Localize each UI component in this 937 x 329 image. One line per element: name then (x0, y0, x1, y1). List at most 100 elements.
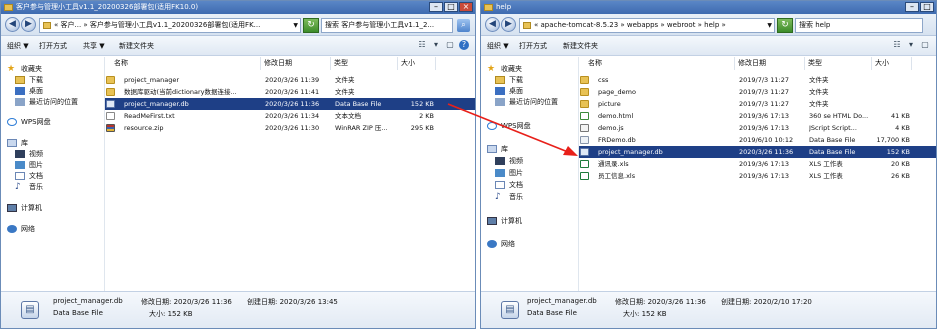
file-row[interactable]: project_manager.db 2020/3/26 11:36 Data Ba… (105, 98, 475, 110)
star-icon: ★ (487, 64, 496, 74)
address-bar[interactable]: « 客户... » 客户参与管理小工具v1.1_20200326部署包(适用FK… (39, 18, 301, 33)
file-row[interactable]: 员工信息.xls 2019/3/6 17:13 XLS 工作表 26 KB (579, 170, 936, 182)
back-button[interactable]: ◀ (5, 17, 20, 32)
chevron-down-icon[interactable]: ▾ (431, 40, 441, 50)
title-bar[interactable]: help – □ (481, 1, 936, 14)
nav-wps-drive[interactable]: WPS网盘 (487, 120, 531, 132)
column-date[interactable]: 修改日期 (261, 57, 331, 70)
forward-button[interactable]: ▶ (21, 17, 36, 32)
file-row[interactable]: project_manager.db 2020/3/26 11:36 Data Ba… (579, 146, 936, 158)
nav-computer[interactable]: 计算机 (487, 215, 522, 227)
file-row[interactable]: project_manager 2020/3/26 11:39 文件夹 (105, 74, 475, 86)
file-row[interactable]: picture 2019/7/3 11:27 文件夹 (579, 98, 936, 110)
minimize-button[interactable]: – (905, 2, 919, 12)
file-list: 名称 修改日期 类型 大小 project_manager 2020/3/26 1… (105, 57, 475, 291)
column-type[interactable]: 类型 (331, 57, 398, 70)
file-row[interactable]: 数据库驱动(当前dictionary数据连接... 2020/3/26 11:41… (105, 86, 475, 98)
organize-menu[interactable]: 组织 ▼ (7, 36, 29, 56)
preview-pane-icon[interactable]: ▢ (920, 40, 930, 50)
chevron-down-icon[interactable]: ▼ (767, 19, 772, 32)
file-name: 数据库驱动(当前dictionary数据连接... (124, 88, 237, 96)
column-size[interactable]: 大小 (398, 57, 436, 70)
file-date: 2019/3/6 17:13 (739, 160, 789, 168)
maximize-button[interactable]: □ (920, 2, 934, 12)
file-row[interactable]: css 2019/7/3 11:27 文件夹 (579, 74, 936, 86)
organize-menu[interactable]: 组织 ▼ (487, 36, 509, 56)
refresh-button[interactable]: ↻ (777, 18, 793, 33)
minimize-button[interactable]: – (429, 2, 443, 12)
nav-documents[interactable]: 文档 (495, 179, 523, 191)
file-size: 152 KB (410, 100, 434, 108)
maximize-button[interactable]: □ (444, 2, 458, 12)
view-options-icon[interactable]: ☷ (892, 40, 902, 50)
close-button[interactable]: × (459, 2, 473, 12)
nav-recent[interactable]: 最近访问的位置 (15, 96, 78, 108)
file-size: 4 KB (895, 124, 910, 132)
chevron-down-icon[interactable]: ▾ (906, 40, 916, 50)
file-row[interactable]: page_demo 2019/7/3 11:27 文件夹 (579, 86, 936, 98)
new-folder-button[interactable]: 新建文件夹 (563, 36, 598, 56)
library-icon (487, 145, 497, 153)
share-menu[interactable]: 共享 ▼ (83, 36, 105, 56)
preview-pane-icon[interactable]: ▢ (445, 40, 455, 50)
nav-network[interactable]: 网络 (7, 223, 35, 235)
file-row[interactable]: demo.html 2019/3/6 17:13 360 se HTML Do...… (579, 110, 936, 122)
nav-pictures[interactable]: 图片 (495, 167, 523, 179)
database-file-icon: ▤ (21, 301, 39, 319)
file-date: 2019/7/3 11:27 (739, 100, 789, 108)
address-path: « 客户... » 客户参与管理小工具v1.1_20200326部署包(适用FK… (54, 21, 261, 29)
detail-size: 大小: 152 KB (149, 310, 193, 318)
forward-button[interactable]: ▶ (501, 17, 516, 32)
music-icon: ♪ (495, 192, 501, 202)
window-title: 客户参与管理小工具v1.1_20200326部署包(适用FK10.0) (16, 3, 199, 11)
detail-type: Data Base File (527, 309, 577, 317)
folder-icon (484, 4, 493, 11)
search-icon[interactable]: ⌕ (457, 19, 470, 32)
open-with-button[interactable]: 打开方式 (519, 36, 547, 56)
view-options-icon[interactable]: ☷ (417, 40, 427, 50)
file-size: 17,700 KB (876, 136, 910, 144)
file-row[interactable]: resource.zip 2020/3/26 11:30 WinRAR ZIP 压.… (105, 122, 475, 134)
column-type[interactable]: 类型 (805, 57, 872, 70)
file-date: 2020/3/26 11:36 (739, 148, 794, 156)
nav-wps-drive[interactable]: WPS网盘 (7, 116, 51, 128)
address-bar[interactable]: « apache-tomcat-8.5.23 » webapps » webro… (519, 18, 775, 33)
help-icon[interactable]: ? (459, 40, 469, 50)
nav-computer[interactable]: 计算机 (7, 202, 42, 214)
file-type: 文件夹 (809, 76, 829, 84)
nav-videos[interactable]: 视频 (495, 155, 523, 167)
file-row[interactable]: ReadMeFirst.txt 2020/3/26 11:34 文本文档 2 KB (105, 110, 475, 122)
file-row[interactable]: FRDemo.db 2019/6/10 10:12 Data Base File 17… (579, 134, 936, 146)
search-input[interactable]: 搜索 help (795, 18, 923, 33)
column-name[interactable]: 名称 (111, 57, 261, 70)
column-name[interactable]: 名称 (585, 57, 735, 70)
file-name: project_manager.db (124, 100, 189, 108)
open-with-button[interactable]: 打开方式 (39, 36, 67, 56)
title-bar[interactable]: 客户参与管理小工具v1.1_20200326部署包(适用FK10.0) – □ … (1, 1, 475, 14)
new-folder-button[interactable]: 新建文件夹 (119, 36, 154, 56)
refresh-button[interactable]: ↻ (303, 18, 319, 33)
detail-size: 大小: 152 KB (623, 310, 667, 318)
window-title: help (496, 3, 512, 11)
nav-network[interactable]: 网络 (487, 238, 515, 250)
file-type: 文件夹 (335, 76, 355, 84)
nav-music[interactable]: ♪ 音乐 (495, 191, 523, 203)
document-icon (15, 172, 25, 180)
back-button[interactable]: ◀ (485, 17, 500, 32)
file-row[interactable]: demo.js 2019/3/6 17:13 JScript Script... 4 … (579, 122, 936, 134)
address-row: ◀ ▶ « apache-tomcat-8.5.23 » webapps » w… (481, 14, 936, 36)
nav-recent[interactable]: 最近访问的位置 (495, 96, 558, 108)
file-date: 2019/3/6 17:13 (739, 112, 789, 120)
window-controls: – □ × (429, 2, 473, 12)
nav-music[interactable]: ♪ 音乐 (15, 181, 43, 193)
column-date[interactable]: 修改日期 (735, 57, 805, 70)
nav-libraries[interactable]: 库 (487, 143, 508, 155)
column-size[interactable]: 大小 (872, 57, 912, 70)
file-date: 2019/3/6 17:13 (739, 172, 789, 180)
explorer-window-deploy-package: 客户参与管理小工具v1.1_20200326部署包(适用FK10.0) – □ … (0, 0, 476, 329)
download-folder-icon (495, 76, 505, 84)
chevron-down-icon[interactable]: ▼ (293, 19, 298, 32)
file-row[interactable]: 通讯录.xls 2019/3/6 17:13 XLS 工作表 20 KB (579, 158, 936, 170)
file-name: 通讯录.xls (598, 160, 629, 168)
search-input[interactable]: 搜索 客户参与管理小工具v1.1_2... (321, 18, 453, 33)
